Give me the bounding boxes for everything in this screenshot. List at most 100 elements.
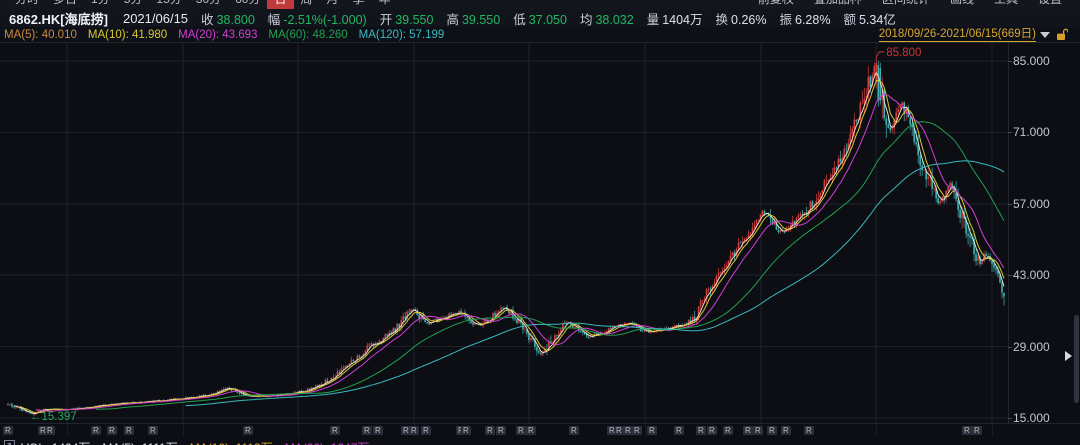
quote-field-label: 低 <box>513 13 526 27</box>
menubar-tool-item[interactable]: 区间统计 <box>872 0 940 9</box>
quote-field: 开39.550 <box>380 9 434 27</box>
stock-chart-window: 分时多日1分5分15分30分60分日周月季年 前复权叠加品种区间统计画线工具设置… <box>0 0 1080 445</box>
ex-rights-marker: R <box>330 426 340 435</box>
collapse-pane-icon[interactable] <box>4 440 15 445</box>
grid-vline <box>67 424 68 438</box>
grid-vline <box>876 424 877 438</box>
menubar-tool-item[interactable]: 工具 <box>984 0 1028 9</box>
menubar-period-item[interactable]: 60分 <box>228 0 267 9</box>
y-axis-label: 57.000 <box>1013 197 1050 211</box>
ma-legend-bar: MA(5): 40.010MA(10): 41.980MA(20): 43.69… <box>0 27 1080 42</box>
quote-field-value: 6.28% <box>795 13 830 27</box>
quote-field: 振6.28% <box>779 9 830 27</box>
quote-field-label: 高 <box>446 13 459 27</box>
menubar-tool-item[interactable]: 设置 <box>1028 0 1072 9</box>
ex-rights-marker: R <box>124 426 134 435</box>
quote-field-label: 收 <box>201 13 214 27</box>
ex-rights-marker: R <box>516 426 526 435</box>
volume-legend-items: VOL: 1404万MA(5): 1111万MA(10): 1113万MA(20… <box>21 439 381 445</box>
ex-rights-marker: R <box>674 426 684 435</box>
period-tabs: 分时多日1分5分15分30分60分日周月季年 <box>8 0 398 9</box>
chevron-down-icon[interactable] <box>1040 32 1050 38</box>
y-axis-label: 85.000 <box>1013 54 1050 68</box>
quote-infobar: 6862.HK[海底捞] 2021/06/15 收38.800幅-2.51%(-… <box>0 9 1080 27</box>
ex-rights-marker: R <box>569 426 579 435</box>
grid-vline <box>645 424 646 438</box>
quote-field-label: 振 <box>779 13 792 27</box>
unlock-icon[interactable] <box>1056 28 1068 41</box>
ex-rights-marker: R <box>485 426 495 435</box>
volume-pane-header: VOL: 1404万MA(5): 1111万MA(10): 1113万MA(20… <box>0 437 1080 445</box>
y-axis-label: 71.000 <box>1013 125 1050 139</box>
y-axis-tick <box>1008 204 1012 205</box>
y-axis-label: 29.000 <box>1013 340 1050 354</box>
y-axis-label: 43.000 <box>1013 268 1050 282</box>
svg-text:85.800: 85.800 <box>886 47 921 59</box>
chart-area: 85.800 ←15.397 85.000 71.000 57.000 43.000 29… <box>0 42 1080 424</box>
y-axis-tick <box>1008 275 1012 276</box>
menubar-period-item[interactable]: 5分 <box>117 0 150 9</box>
menubar-period-item[interactable]: 日 <box>267 0 293 9</box>
vertical-scrollbar-thumb[interactable] <box>1074 315 1079 403</box>
ex-rights-marker: R <box>107 426 117 435</box>
y-axis-tick <box>1008 132 1012 133</box>
quote-field-value: 1404万 <box>662 13 702 27</box>
menubar-period-item[interactable]: 多日 <box>46 0 84 9</box>
menubar-period-item[interactable]: 15分 <box>149 0 188 9</box>
ex-rights-marker: R <box>409 426 419 435</box>
ma-legend-items: MA(5): 40.010MA(10): 41.980MA(20): 43.69… <box>4 29 455 41</box>
menubar-period-item[interactable]: 年 <box>372 0 398 9</box>
menubar-period-item[interactable]: 周 <box>294 0 320 9</box>
quote-field: 收38.800 <box>201 9 255 27</box>
grid-vline <box>992 424 993 438</box>
quote-field-value: 0.26% <box>731 13 766 27</box>
y-axis-tick <box>1008 347 1012 348</box>
menubar-period-item[interactable]: 分时 <box>8 0 46 9</box>
volume-legend-item: MA(10): 1113万 <box>190 439 273 445</box>
ex-rights-marker: R <box>496 426 506 435</box>
quote-field: 量1404万 <box>647 9 703 27</box>
ex-rights-marker: R <box>781 426 791 435</box>
stock-symbol: 6862.HK[海底捞] <box>9 9 108 27</box>
ex-rights-marker: R <box>962 426 972 435</box>
menubar-period-item[interactable]: 月 <box>320 0 346 9</box>
panel-expand-arrow-icon[interactable] <box>1065 351 1072 361</box>
menubar-tool-item[interactable]: 画线 <box>940 0 984 9</box>
ex-rights-marker: R <box>743 426 753 435</box>
ex-rights-marker: R <box>461 426 471 435</box>
y-axis-tick <box>1008 61 1012 62</box>
menubar-period-item[interactable]: 1分 <box>84 0 117 9</box>
ex-rights-marker: R <box>804 426 814 435</box>
quote-field-value: 38.800 <box>217 13 255 27</box>
candlestick-chart[interactable]: 85.800 ←15.397 <box>0 43 1008 424</box>
ma-legend-item: MA(10): 41.980 <box>88 29 167 41</box>
quote-field-value: 5.34亿 <box>859 13 896 27</box>
ma-legend-item: MA(60): 48.260 <box>268 29 347 41</box>
ex-rights-marker: R <box>707 426 717 435</box>
quote-field-label: 均 <box>580 13 593 27</box>
ex-rights-marker: R <box>972 426 982 435</box>
menubar-tool-item[interactable]: 前复权 <box>748 0 804 9</box>
quote-field-value: 38.032 <box>595 13 633 27</box>
svg-text:←15.397: ←15.397 <box>30 411 77 423</box>
quote-field-label: 额 <box>843 13 856 27</box>
quote-field-label: 换 <box>716 13 729 27</box>
grid-vline <box>298 424 299 438</box>
quote-field-label: 量 <box>647 13 660 27</box>
volume-legend-item: MA(20): 1247万 <box>285 439 370 445</box>
menubar-period-item[interactable]: 30分 <box>189 0 228 9</box>
ma-legend-item: MA(5): 40.010 <box>4 29 77 41</box>
date-range-selector[interactable]: 2018/09/26-2021/06/15(669日) <box>879 28 1036 42</box>
ex-rights-marker: R <box>632 426 642 435</box>
quote-field: 低37.050 <box>513 9 567 27</box>
ex-rights-marker: R <box>647 426 657 435</box>
quote-fields: 收38.800幅-2.51%(-1.000)开39.550高39.550低37.… <box>188 9 896 27</box>
quote-field-value: 39.550 <box>395 13 433 27</box>
menubar-tool-item[interactable]: 叠加品种 <box>804 0 872 9</box>
ex-rights-marker: R <box>723 426 733 435</box>
ma-legend-item: MA(120): 57.199 <box>359 29 445 41</box>
ex-rights-marker: R <box>148 426 158 435</box>
menubar-period-item[interactable]: 季 <box>346 0 372 9</box>
ex-rights-marker: R <box>45 426 55 435</box>
quote-field-value: -2.51%(-1.000) <box>283 13 366 27</box>
